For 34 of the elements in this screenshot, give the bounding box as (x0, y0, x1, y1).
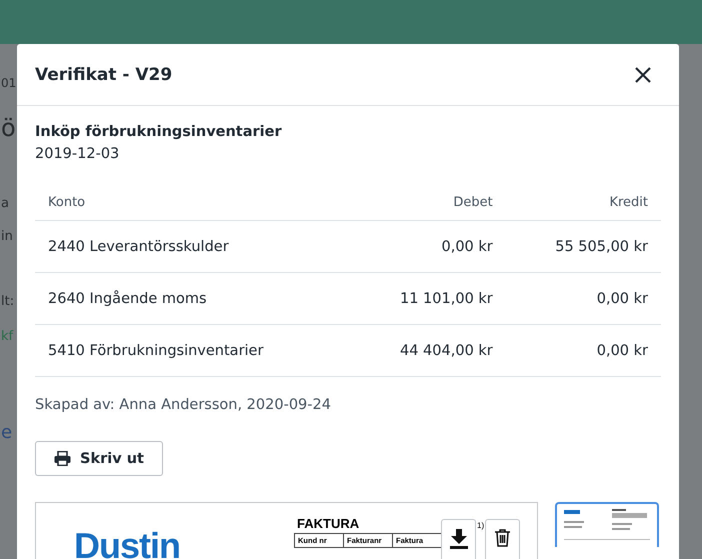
logo-text: Dustin (74, 525, 180, 559)
voucher-description: Inköp förbrukningsinventarier (35, 124, 283, 140)
page-thumbnail[interactable] (555, 502, 659, 547)
invoice-title: FAKTURA (297, 516, 360, 531)
background-text: a (1, 196, 9, 211)
print-button[interactable]: Skriv ut (35, 441, 163, 476)
account-cell: 5410 Förbrukningsinventarier (35, 324, 351, 376)
voucher-date: 2019-12-03 (35, 146, 120, 162)
background-text: lt: (1, 294, 14, 309)
printer-icon (54, 451, 71, 466)
background-text: kf (1, 329, 14, 344)
trash-icon (495, 529, 510, 547)
credit-cell: 0,00 kr (506, 272, 661, 324)
modal-title: Verifikat - V29 (35, 64, 172, 84)
download-button[interactable] (441, 519, 476, 559)
background-text: 01 (1, 76, 16, 90)
column-header: Konto (35, 184, 351, 220)
created-by-text: Skapad av: Anna Andersson, 2020-09-24 (35, 397, 332, 413)
debit-cell: 44 404,00 kr (350, 324, 506, 376)
account-cell: 2440 Leverantörsskulder (35, 220, 351, 272)
background-text: ö (1, 114, 16, 142)
column-header: Kredit (506, 184, 661, 220)
debit-cell: 0,00 kr (350, 220, 506, 272)
download-icon (450, 529, 468, 549)
delete-button[interactable] (485, 519, 520, 559)
debit-cell: 11 101,00 kr (350, 272, 506, 324)
credit-cell: 0,00 kr (506, 324, 661, 376)
background-text: in (1, 229, 13, 244)
background-text: e (1, 422, 12, 443)
page-note: 1) (477, 521, 484, 530)
column-header: Debet (350, 184, 506, 220)
close-icon (635, 66, 651, 82)
credit-cell: 55 505,00 kr (506, 220, 661, 272)
account-cell: 2640 Ingående moms (35, 272, 351, 324)
